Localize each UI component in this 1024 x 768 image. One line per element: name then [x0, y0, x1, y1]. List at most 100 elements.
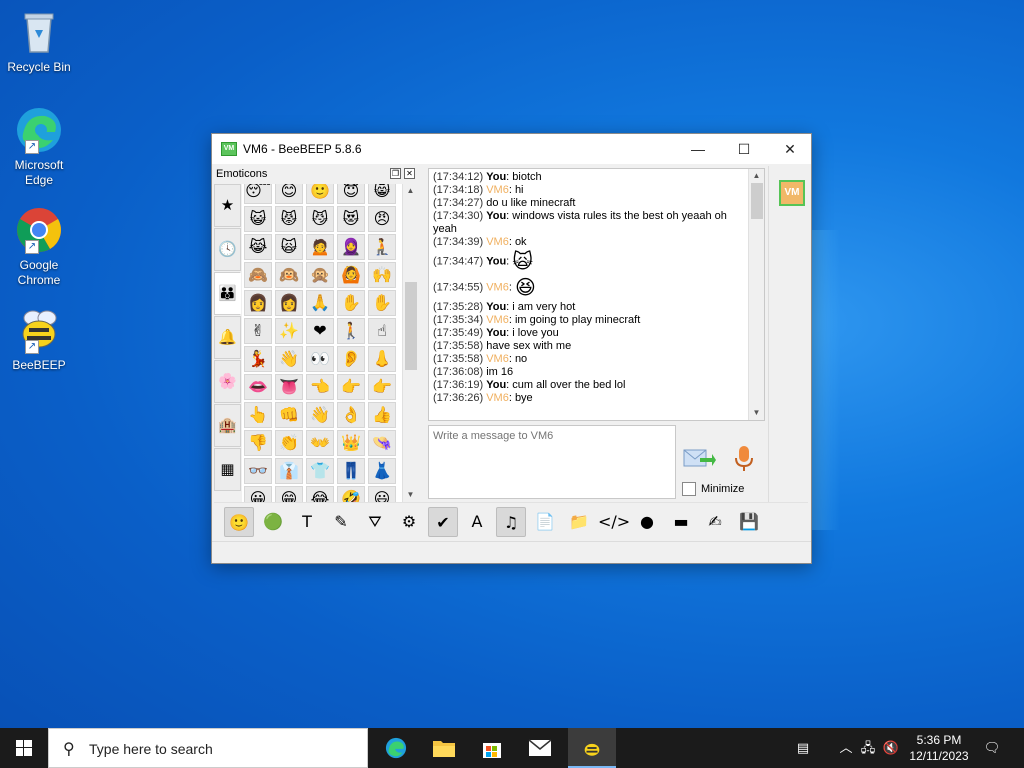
emoticon-cell[interactable]: 😀: [244, 486, 272, 502]
emoticon-cell[interactable]: 👐: [306, 430, 334, 456]
emoticon-cell[interactable]: 😸: [368, 184, 396, 204]
toolbar-button[interactable]: ▬: [666, 507, 696, 537]
title-bar[interactable]: VM VM6 - BeeBEEP 5.8.6 — ☐ ✕: [212, 134, 811, 164]
toolbar-button[interactable]: ✔: [428, 506, 458, 537]
emoticon-category-tab[interactable]: ▦: [214, 448, 241, 491]
toolbar-button[interactable]: ✍: [700, 507, 730, 537]
emoticon-cell[interactable]: 👉: [368, 374, 396, 400]
emoticon-cell[interactable]: 👉: [337, 374, 365, 400]
toolbar-button[interactable]: T: [292, 507, 322, 537]
minimize-checkbox[interactable]: [682, 482, 696, 496]
system-clock[interactable]: 5:36 PM 12/11/2023: [904, 732, 974, 764]
emoticon-cell[interactable]: 😁: [275, 486, 303, 502]
emoticon-cell[interactable]: 👓: [244, 458, 272, 484]
emoticon-cell[interactable]: 👖: [337, 458, 365, 484]
toolbar-button[interactable]: ●: [632, 507, 662, 537]
emoticon-cell[interactable]: 🧎: [368, 234, 396, 260]
emoticon-cell[interactable]: 🤣: [337, 486, 365, 502]
emoticon-cell[interactable]: ❤: [306, 318, 334, 344]
emoticon-cell[interactable]: 👀: [306, 346, 334, 372]
toolbar-button[interactable]: 📁: [564, 507, 594, 537]
emoticon-cell[interactable]: 😹: [244, 234, 272, 260]
emoticon-cell[interactable]: 🧕: [337, 234, 365, 260]
emoticon-cell[interactable]: ✌: [244, 318, 272, 344]
emoticon-cell[interactable]: 😴: [244, 184, 272, 204]
emoticon-cell[interactable]: ✋: [368, 290, 396, 316]
toolbar-button[interactable]: 🟢: [258, 507, 288, 537]
emoticon-cell[interactable]: 🙌: [368, 262, 396, 288]
toolbar-button[interactable]: ♫: [496, 506, 526, 537]
emoticon-cell[interactable]: 👈: [306, 374, 334, 400]
scroll-thumb[interactable]: [405, 282, 417, 370]
emoticon-cell[interactable]: 😠: [368, 206, 396, 232]
emoticon-category-tab[interactable]: ★: [214, 184, 241, 227]
scroll-down-icon[interactable]: ▼: [403, 488, 418, 502]
emoticon-cell[interactable]: 👒: [368, 430, 396, 456]
emoticon-cell[interactable]: 🚶: [337, 318, 365, 344]
scroll-up-icon[interactable]: ▲: [749, 169, 764, 183]
toolbar-button[interactable]: 📄: [530, 507, 560, 537]
emoticon-category-tab[interactable]: 🕓: [214, 228, 241, 271]
toolbar-button[interactable]: ✎: [326, 507, 356, 537]
emoticon-cell[interactable]: 👑: [337, 430, 365, 456]
emoticon-cell[interactable]: 🙉: [275, 262, 303, 288]
emoticon-cell[interactable]: 😊: [275, 184, 303, 204]
emoticon-cell[interactable]: 👕: [306, 458, 334, 484]
send-message-icon[interactable]: [682, 444, 716, 474]
taskbar-store-icon[interactable]: [468, 728, 516, 768]
emoticon-scrollbar[interactable]: ▲ ▼: [402, 184, 418, 502]
maximize-button[interactable]: ☐: [721, 134, 767, 164]
emoticon-cell[interactable]: 🙀: [275, 234, 303, 260]
undock-icon[interactable]: ❐: [390, 168, 401, 179]
emoticon-cell[interactable]: 👔: [275, 458, 303, 484]
emoticon-cell[interactable]: 😃: [368, 486, 396, 502]
toolbar-button[interactable]: </>: [598, 507, 630, 537]
emoticon-cell[interactable]: 👩: [244, 290, 272, 316]
emoticon-cell[interactable]: 🙏: [306, 290, 334, 316]
emoticon-cell[interactable]: 😼: [306, 206, 334, 232]
notification-center-icon[interactable]: 🗨: [978, 728, 1006, 768]
desktop-icon-beebeep[interactable]: ↗ BeeBEEP: [4, 306, 74, 373]
toolbar-button[interactable]: ⚙: [394, 507, 424, 537]
emoticon-cell[interactable]: 👌: [337, 402, 365, 428]
message-input[interactable]: [429, 426, 675, 498]
emoticon-cell[interactable]: 🙍: [306, 234, 334, 260]
emoticon-cell[interactable]: ☝: [368, 318, 396, 344]
emoticon-cell[interactable]: 😻: [337, 206, 365, 232]
emoticon-cell[interactable]: 🙈: [244, 262, 272, 288]
emoticon-cell[interactable]: 👂: [337, 346, 365, 372]
emoticon-category-tab[interactable]: 🌸: [214, 360, 241, 403]
emoticon-cell[interactable]: 😂: [306, 486, 334, 502]
emoticon-cell[interactable]: 💃: [244, 346, 272, 372]
emoticon-cell[interactable]: 👄: [244, 374, 272, 400]
emoticon-cell[interactable]: 👃: [368, 346, 396, 372]
desktop-icon-recycle-bin[interactable]: Recycle Bin: [4, 8, 74, 75]
microphone-icon[interactable]: [732, 444, 756, 474]
start-button[interactable]: [0, 728, 48, 768]
toolbar-button[interactable]: A: [462, 507, 492, 537]
emoticon-cell[interactable]: 👅: [275, 374, 303, 400]
emoticon-category-tab[interactable]: 👪: [214, 272, 241, 315]
emoticon-cell[interactable]: 👏: [275, 430, 303, 456]
taskbar-edge-icon[interactable]: [372, 728, 420, 768]
emoticon-cell[interactable]: 🙆: [337, 262, 365, 288]
taskbar-mail-icon[interactable]: [516, 728, 564, 768]
user-avatar-vm6[interactable]: VM: [779, 180, 805, 206]
desktop-icon-google-chrome[interactable]: ↗ Google Chrome: [4, 206, 74, 288]
toolbar-button[interactable]: ⛛: [360, 507, 390, 537]
emoticon-cell[interactable]: 👋: [306, 402, 334, 428]
toolbar-button[interactable]: 💾: [734, 507, 764, 537]
chat-scrollbar[interactable]: ▲ ▼: [748, 169, 764, 420]
taskbar-file-explorer-icon[interactable]: [420, 728, 468, 768]
scroll-down-icon[interactable]: ▼: [749, 406, 764, 420]
show-hidden-icons-icon[interactable]: ︿: [836, 728, 856, 768]
emoticon-cell[interactable]: 👆: [244, 402, 272, 428]
emoticon-cell[interactable]: 😾: [275, 206, 303, 232]
scroll-up-icon[interactable]: ▲: [403, 184, 418, 198]
taskbar-beebeep-icon[interactable]: [568, 728, 616, 768]
emoticon-cell[interactable]: 🙊: [306, 262, 334, 288]
emoticon-cell[interactable]: 😺: [244, 206, 272, 232]
close-button[interactable]: ✕: [767, 134, 813, 164]
emoticon-cell[interactable]: 👋: [275, 346, 303, 372]
volume-muted-icon[interactable]: 🔇: [880, 728, 902, 768]
